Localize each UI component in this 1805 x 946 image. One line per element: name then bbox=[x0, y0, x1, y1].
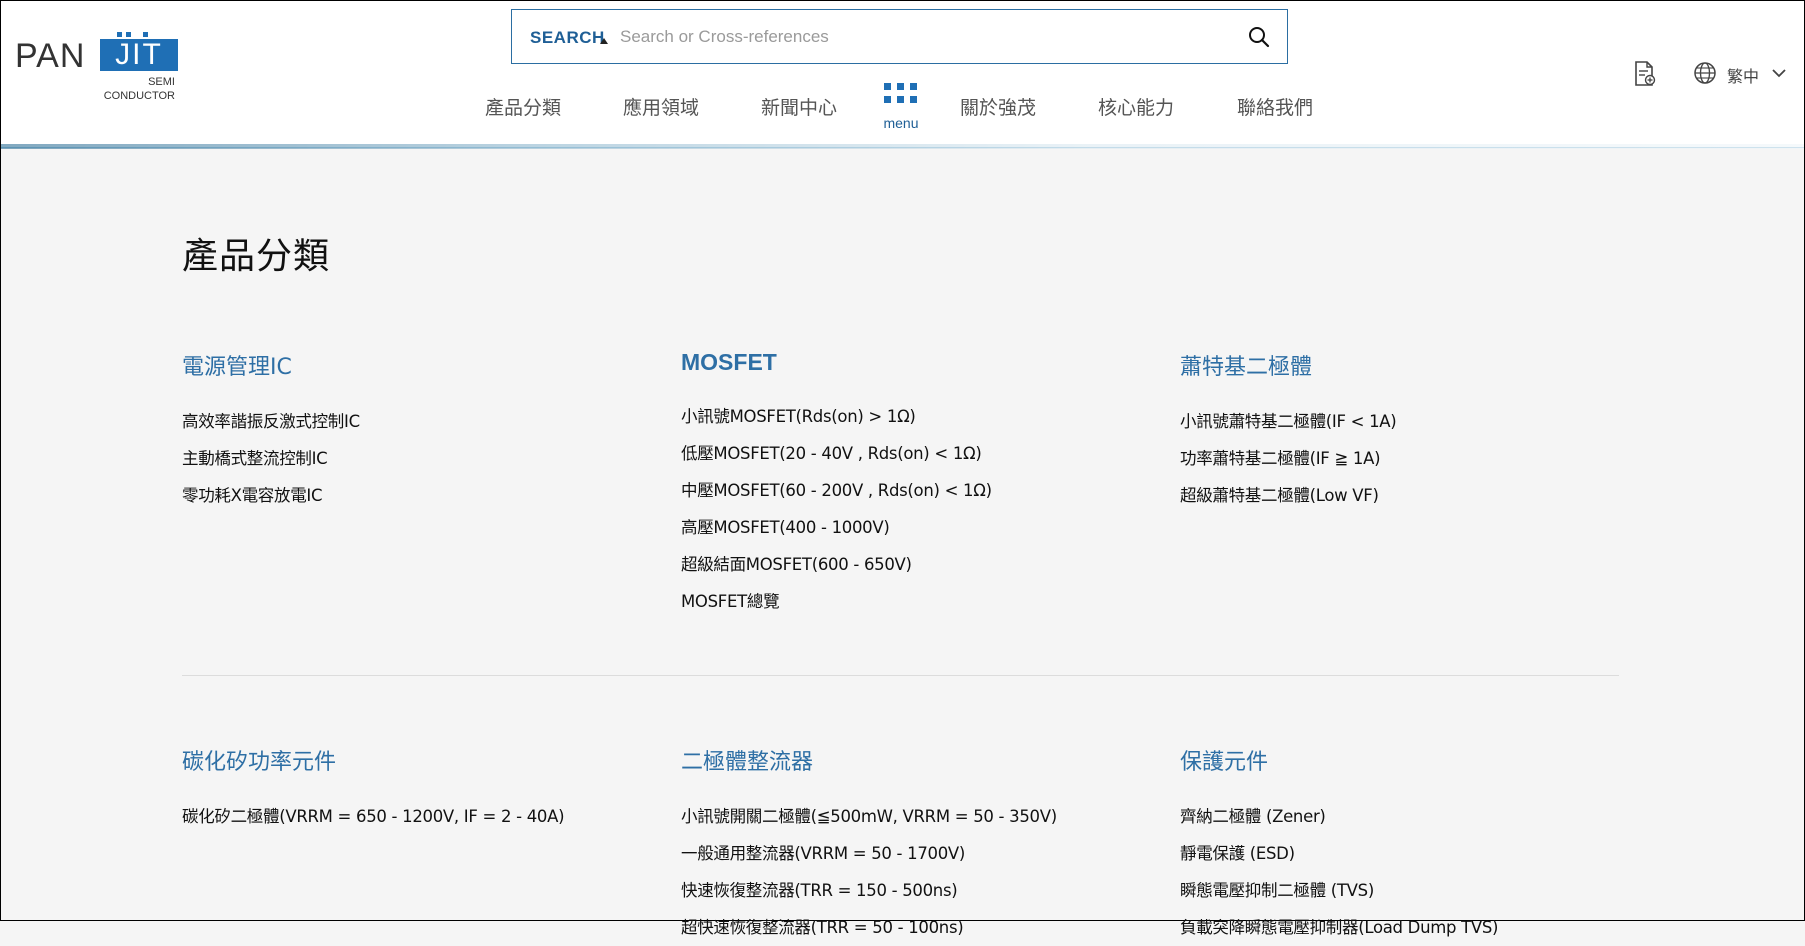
category-link[interactable]: 超級結面MOSFET(600 - 650V) bbox=[681, 546, 1151, 583]
category-mosfet: MOSFET 小訊號MOSFET(Rds(on) > 1Ω) 低壓MOSFET(… bbox=[681, 349, 1151, 620]
category-title[interactable]: 蕭特基二極體 bbox=[1180, 349, 1650, 381]
category-title[interactable]: MOSFET bbox=[681, 349, 1151, 376]
category-link[interactable]: 碳化矽二極體(VRRM = 650 - 1200V, IF = 2 - 40A) bbox=[182, 798, 652, 835]
category-link[interactable]: 零功耗X電容放電IC bbox=[182, 477, 652, 514]
category-power-ic: 電源管理IC 高效率諧振反激式控制IC 主動橋式整流控制IC 零功耗X電容放電I… bbox=[182, 349, 652, 514]
language-label: 繁中 bbox=[1727, 67, 1760, 86]
nav-item-about[interactable]: 關於強茂 bbox=[960, 93, 1036, 120]
category-link[interactable]: 靜電保護 (ESD) bbox=[1180, 835, 1650, 872]
category-link[interactable]: 齊納二極體 (Zener) bbox=[1180, 798, 1650, 835]
search-bar: SEARCH bbox=[511, 9, 1288, 64]
category-protection: 保護元件 齊納二極體 (Zener) 靜電保護 (ESD) 瞬態電壓抑制二極體 … bbox=[1180, 744, 1650, 946]
category-link[interactable]: 超快速恢復整流器(TRR = 50 - 100ns) bbox=[681, 909, 1151, 946]
category-rectifier: 二極體整流器 小訊號開關二極體(≦500mW, VRRM = 50 - 350V… bbox=[681, 744, 1151, 946]
page-title: 產品分類 bbox=[182, 236, 331, 277]
category-link[interactable]: 低壓MOSFET(20 - 40V , Rds(on) < 1Ω) bbox=[681, 435, 1151, 472]
nav-item-capabilities[interactable]: 核心能力 bbox=[1098, 93, 1174, 120]
caret-icon[interactable] bbox=[600, 38, 608, 44]
category-link[interactable]: 功率蕭特基二極體(IF ≧ 1A) bbox=[1180, 440, 1650, 477]
category-link[interactable]: 中壓MOSFET(60 - 200V , Rds(on) < 1Ω) bbox=[681, 472, 1151, 509]
category-title[interactable]: 二極體整流器 bbox=[681, 744, 1151, 776]
logo-dots bbox=[117, 32, 157, 37]
category-link[interactable]: 小訊號蕭特基二極體(IF < 1A) bbox=[1180, 403, 1650, 440]
category-link[interactable]: 快速恢復整流器(TRR = 150 - 500ns) bbox=[681, 872, 1151, 909]
menu-button[interactable]: menu bbox=[879, 83, 923, 133]
category-schottky: 蕭特基二極體 小訊號蕭特基二極體(IF < 1A) 功率蕭特基二極體(IF ≧ … bbox=[1180, 349, 1650, 514]
search-scope-dropdown[interactable]: SEARCH bbox=[530, 28, 605, 48]
document-icon[interactable] bbox=[1633, 61, 1657, 87]
nav-item-contact[interactable]: 聯絡我們 bbox=[1237, 93, 1313, 120]
category-link[interactable]: MOSFET總覽 bbox=[681, 583, 1151, 620]
search-input[interactable] bbox=[618, 22, 1222, 52]
logo-text: PAN bbox=[15, 37, 86, 75]
category-link[interactable]: 高壓MOSFET(400 - 1000V) bbox=[681, 509, 1151, 546]
category-title[interactable]: 保護元件 bbox=[1180, 744, 1650, 776]
nav-item-products[interactable]: 產品分類 bbox=[485, 93, 561, 120]
category-title[interactable]: 碳化矽功率元件 bbox=[182, 744, 652, 776]
category-link[interactable]: 小訊號開關二極體(≦500mW, VRRM = 50 - 350V) bbox=[681, 798, 1151, 835]
logo-box-text: JIT bbox=[100, 39, 178, 71]
nav-item-news[interactable]: 新聞中心 bbox=[761, 93, 837, 120]
nav-item-applications[interactable]: 應用領域 bbox=[623, 93, 699, 120]
category-link[interactable]: 一般通用整流器(VRRM = 50 - 1700V) bbox=[681, 835, 1151, 872]
category-link[interactable]: 高效率諧振反激式控制IC bbox=[182, 403, 652, 440]
logo-sub-line1: SEMI bbox=[148, 76, 175, 88]
category-link[interactable]: 超級蕭特基二極體(Low VF) bbox=[1180, 477, 1650, 514]
menu-grid-icon bbox=[884, 83, 918, 103]
site-header: PAN JIT SEMI CONDUCTOR SEARCH 產品分類 應用領域 … bbox=[1, 1, 1804, 148]
menu-label: menu bbox=[883, 115, 919, 131]
category-title[interactable]: 電源管理IC bbox=[182, 349, 652, 381]
section-divider bbox=[182, 675, 1619, 676]
category-link[interactable]: 小訊號MOSFET(Rds(on) > 1Ω) bbox=[681, 398, 1151, 435]
category-sic: 碳化矽功率元件 碳化矽二極體(VRRM = 650 - 1200V, IF = … bbox=[182, 744, 652, 835]
header-decoration bbox=[1, 144, 1804, 149]
category-link[interactable]: 瞬態電壓抑制二極體 (TVS) bbox=[1180, 872, 1650, 909]
category-link[interactable]: 負載突降瞬態電壓抑制器(Load Dump TVS) bbox=[1180, 909, 1650, 946]
search-icon[interactable] bbox=[1247, 25, 1271, 49]
category-link[interactable]: 主動橋式整流控制IC bbox=[182, 440, 652, 477]
globe-icon bbox=[1694, 62, 1716, 84]
chevron-down-icon bbox=[1772, 69, 1786, 78]
